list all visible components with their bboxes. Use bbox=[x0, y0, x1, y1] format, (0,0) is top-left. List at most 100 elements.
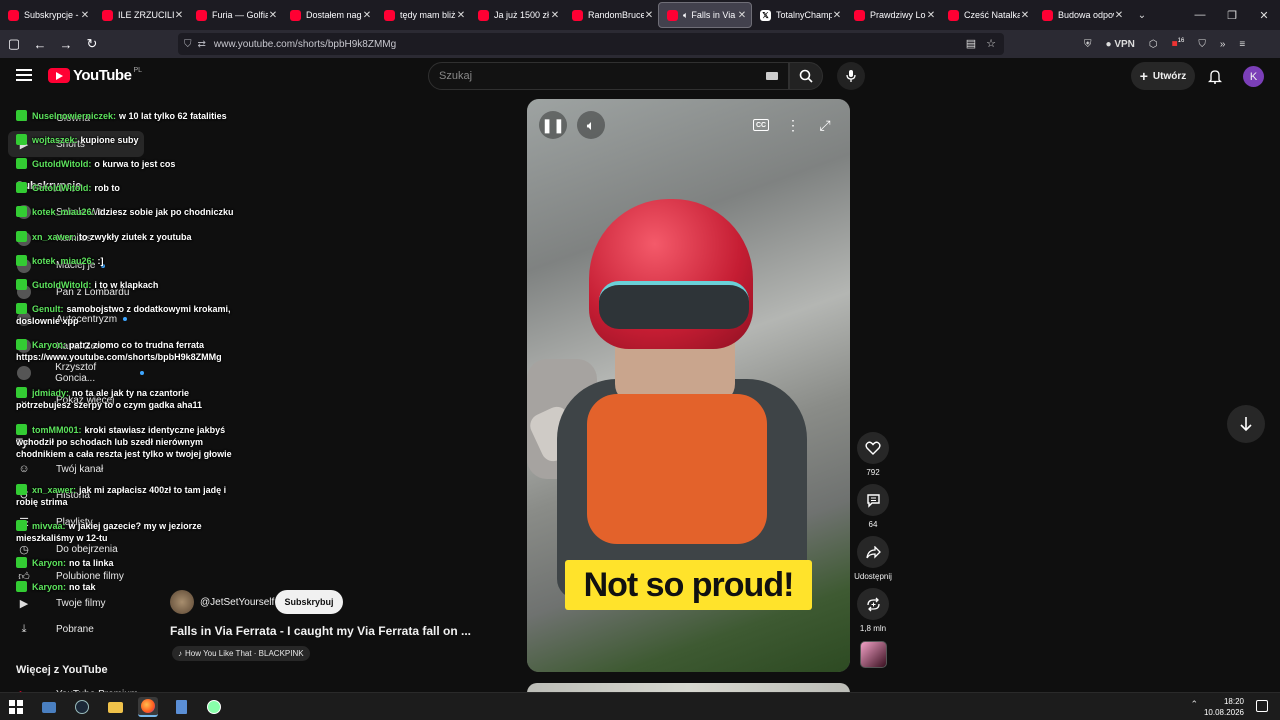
shield-extension-icon[interactable]: ⛨ bbox=[1084, 39, 1092, 50]
tab-close-icon[interactable]: ✕ bbox=[644, 10, 654, 21]
browser-tab[interactable]: 𝕏 TotalnyChampio✕ bbox=[752, 2, 846, 28]
browser-tab[interactable]: tędy mam bliżej✕ bbox=[376, 2, 470, 28]
sidebar-item-you[interactable]: ⤓ Pobrane bbox=[8, 617, 144, 643]
ext-badge-icon[interactable]: ■16 bbox=[1172, 38, 1185, 49]
fullscreen-button[interactable]: ⤢ bbox=[811, 111, 839, 139]
keyboard-icon[interactable] bbox=[766, 72, 778, 80]
calculator-icon[interactable] bbox=[171, 697, 191, 717]
sidebar-item-you[interactable]: ▶ Twoje filmy bbox=[8, 590, 144, 616]
sidebar-item-you[interactable]: 👍︎ Polubione filmy bbox=[8, 563, 144, 589]
comments-button[interactable] bbox=[857, 484, 889, 516]
more-options-button[interactable]: ⋮ bbox=[779, 111, 807, 139]
minimize-icon[interactable]: — bbox=[1184, 0, 1216, 30]
search-button[interactable] bbox=[789, 62, 823, 90]
vpn-button[interactable]: ● VPN bbox=[1106, 39, 1135, 50]
sidebar-item-subscription[interactable]: Autocentryzm bbox=[8, 306, 144, 332]
tab-list-chevron-icon[interactable]: ⌄ bbox=[1128, 10, 1156, 21]
account-avatar[interactable]: K bbox=[1243, 66, 1264, 87]
notifications-button[interactable] bbox=[1205, 66, 1225, 86]
search-input[interactable]: Szukaj bbox=[428, 62, 789, 90]
reload-icon[interactable]: ↻ bbox=[80, 32, 104, 56]
sidebar-item-subscription[interactable]: Kanał Zero bbox=[8, 333, 144, 359]
back-icon[interactable]: ← bbox=[28, 32, 52, 56]
reader-view-icon[interactable]: ▤ bbox=[966, 37, 976, 50]
taskbar-clock[interactable]: 18:20 10.08.2026 bbox=[1204, 696, 1244, 718]
browser-tab[interactable]: Dostałem nagan✕ bbox=[282, 2, 376, 28]
sidebar-toggle-icon[interactable]: ▢ bbox=[2, 32, 26, 56]
forward-icon[interactable]: → bbox=[54, 32, 78, 56]
tab-close-icon[interactable]: ✕ bbox=[268, 10, 278, 21]
sidebar-item-subscription[interactable]: Pan z Lombardu bbox=[8, 279, 144, 305]
extensions-icon[interactable]: ⬡ bbox=[1149, 39, 1158, 50]
share-button[interactable] bbox=[857, 536, 889, 568]
sidebar-item-you[interactable]: ☺ Twój kanał bbox=[8, 456, 144, 482]
tab-close-icon[interactable]: ✕ bbox=[926, 10, 936, 21]
address-bar[interactable]: ⛉ ⇄ www.youtube.com/shorts/bpbH9k8ZMMg ▤… bbox=[178, 33, 1004, 55]
permissions-icon[interactable]: ⇄ bbox=[198, 39, 206, 50]
tab-close-icon[interactable]: ✕ bbox=[1114, 10, 1124, 21]
file-explorer-icon[interactable] bbox=[105, 697, 125, 717]
maximize-icon[interactable]: ❐ bbox=[1216, 0, 1248, 30]
subscriptions-heading[interactable]: Subskrypcje bbox=[16, 180, 81, 192]
show-more-button[interactable]: ⌄ Pokaż więcej bbox=[8, 387, 144, 413]
tab-close-icon[interactable]: ✕ bbox=[737, 10, 747, 21]
audio-playing-icon[interactable]: 🔈︎ bbox=[683, 10, 688, 21]
pause-button[interactable]: ❚❚ bbox=[539, 111, 567, 139]
taskbar-app2-icon[interactable] bbox=[204, 697, 224, 717]
you-heading[interactable]: Ty bbox=[16, 437, 28, 449]
tab-close-icon[interactable]: ✕ bbox=[832, 10, 842, 21]
browser-tab[interactable]: Furia — Golfiarz✕ bbox=[188, 2, 282, 28]
channel-name[interactable]: @JetSetYourself bbox=[200, 597, 274, 608]
bookmark-star-icon[interactable]: ☆ bbox=[986, 37, 996, 50]
sidebar-item-you[interactable]: ↺ Historia bbox=[8, 483, 144, 509]
sidebar-item-subscription[interactable]: Szkoła Wz... bbox=[8, 199, 144, 225]
sidebar-item-you[interactable]: ◷ Do obejrzenia bbox=[8, 536, 144, 562]
browser-tab[interactable]: RandomBruce: I✕ bbox=[564, 2, 658, 28]
start-icon[interactable] bbox=[6, 697, 26, 717]
close-window-icon[interactable]: ✕ bbox=[1248, 0, 1280, 30]
sidebar-item-shorts[interactable]: ▶ Shorts bbox=[8, 131, 144, 157]
voice-search-button[interactable] bbox=[837, 62, 865, 90]
sidebar-item-you[interactable]: ☰ Playlisty bbox=[8, 510, 144, 536]
sound-thumbnail[interactable] bbox=[860, 641, 887, 668]
sidebar-item-home[interactable]: ⌂ Główna bbox=[8, 105, 144, 131]
sidebar-item-subscription[interactable]: Krzysztof Goncia... bbox=[8, 360, 144, 386]
browser-tab[interactable]: Ja już 1500 zł pł✕ bbox=[470, 2, 564, 28]
more-tools-icon[interactable]: » bbox=[1220, 39, 1226, 50]
next-short-button[interactable] bbox=[1227, 405, 1265, 443]
tray-chevron-icon[interactable]: ⌃ bbox=[1190, 699, 1198, 710]
app-menu-icon[interactable]: ≡ bbox=[1239, 39, 1245, 50]
youtube-logo[interactable]: YouTube PL bbox=[48, 67, 142, 84]
browser-tab[interactable]: Budowa odpowi✕ bbox=[1034, 2, 1128, 28]
tab-close-icon[interactable]: ✕ bbox=[550, 10, 560, 21]
firefox-icon[interactable] bbox=[138, 697, 158, 717]
tab-close-icon[interactable]: ✕ bbox=[362, 10, 372, 21]
remix-button[interactable] bbox=[857, 588, 889, 620]
taskbar-app-icon[interactable] bbox=[39, 697, 59, 717]
sidebar-item-subscription[interactable]: Kamilos bbox=[8, 226, 144, 252]
tab-close-icon[interactable]: ✕ bbox=[456, 10, 466, 21]
subscribe-button[interactable]: Subskrybuj bbox=[275, 590, 343, 614]
url-text[interactable]: www.youtube.com/shorts/bpbH9k8ZMMg bbox=[214, 39, 396, 50]
browser-tab[interactable]: Cześć Natalka, n✕ bbox=[940, 2, 1034, 28]
captions-button[interactable]: CC bbox=[747, 111, 775, 139]
short-title[interactable]: Falls in Via Ferrata - I caught my Via F… bbox=[170, 624, 510, 638]
like-button[interactable] bbox=[857, 432, 889, 464]
volume-button[interactable]: 🔈︎ bbox=[577, 111, 605, 139]
browser-tab[interactable]: Subskrypcje - YouTube✕ bbox=[0, 2, 94, 28]
browser-tab[interactable]: 🔈︎Falls in Via F✕ bbox=[658, 2, 752, 28]
channel-avatar[interactable] bbox=[170, 590, 194, 614]
short-video-player[interactable]: Not so proud! ❚❚ 🔈︎ CC ⋮ ⤢ bbox=[527, 99, 850, 672]
browser-tab[interactable]: ILE ZRZUCILI PO✕ bbox=[94, 2, 188, 28]
privacy-icon[interactable]: ⛉ bbox=[1198, 39, 1206, 50]
music-chip[interactable]: ♪ How You Like That · BLACKPINK bbox=[172, 646, 310, 661]
browser-tab[interactable]: Prawdziwy Lomb✕ bbox=[846, 2, 940, 28]
notification-center-icon[interactable] bbox=[1256, 700, 1268, 712]
tab-close-icon[interactable]: ✕ bbox=[80, 10, 90, 21]
tab-close-icon[interactable]: ✕ bbox=[1020, 10, 1030, 21]
steam-icon[interactable] bbox=[72, 697, 92, 717]
shield-icon[interactable]: ⛉ bbox=[184, 39, 192, 50]
menu-icon[interactable] bbox=[16, 69, 32, 81]
create-button[interactable]: + Utwórz bbox=[1131, 62, 1195, 90]
sidebar-item-subscription[interactable]: Maciej je bbox=[8, 253, 144, 279]
